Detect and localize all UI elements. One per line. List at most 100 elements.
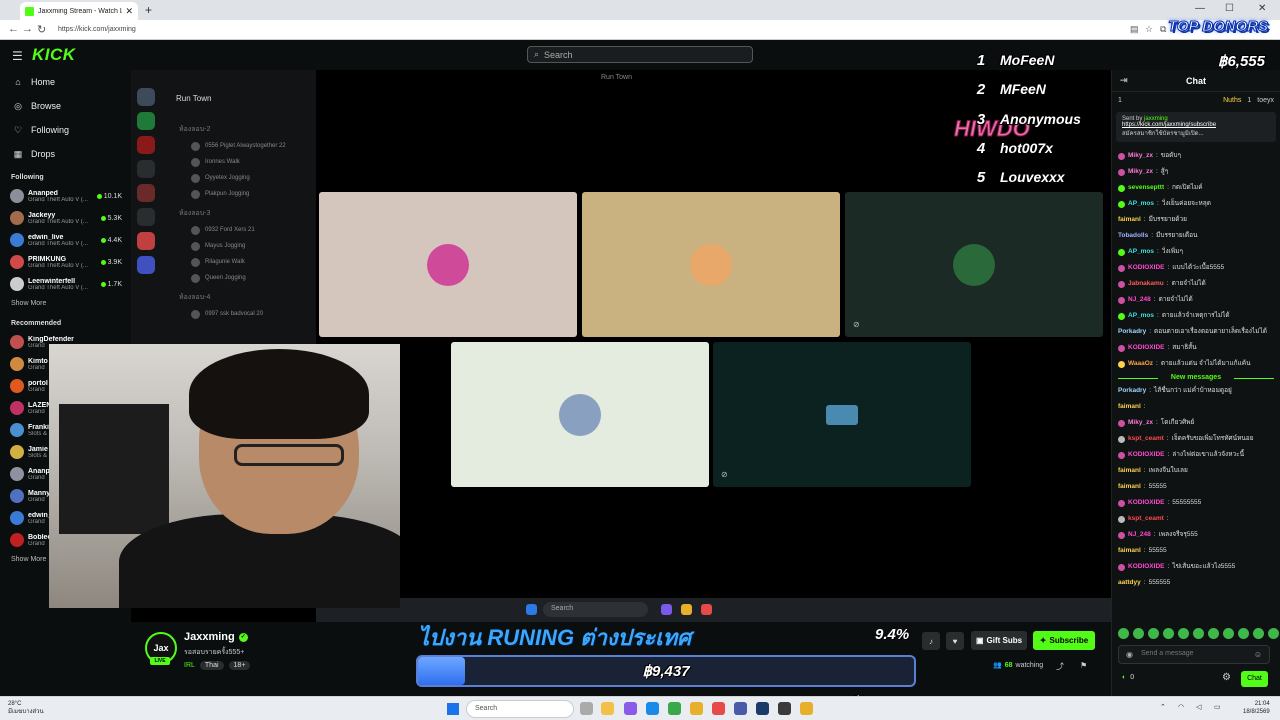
- chat-username[interactable]: Miky_zx: [1128, 415, 1153, 431]
- voice-category[interactable]: ห้องลอบ-3: [131, 202, 316, 222]
- chat-username[interactable]: WaaaOz: [1128, 356, 1153, 372]
- chat-username[interactable]: kspt_ceamt: [1128, 431, 1164, 447]
- chat-username[interactable]: faimanl: [1118, 463, 1141, 479]
- browser-tab[interactable]: Jaxxming Stream - Watch Live on ✕: [20, 2, 138, 20]
- chat-username[interactable]: KODIOXIDE: [1128, 340, 1164, 356]
- chat-username[interactable]: kspt_ceamt: [1128, 511, 1164, 527]
- following-item[interactable]: Leenwinterfell Grand Theft Auto V (... 1.7…: [0, 273, 130, 295]
- chat-username[interactable]: Porkadry: [1118, 324, 1146, 340]
- kick-logo[interactable]: KICK: [32, 45, 76, 65]
- chat-username[interactable]: Miky_zx: [1128, 164, 1153, 180]
- chat-username[interactable]: KODIOXIDE: [1128, 559, 1164, 575]
- category-link[interactable]: IRL: [184, 662, 195, 669]
- emote-icon[interactable]: [1268, 628, 1279, 639]
- emote-icon[interactable]: [1133, 628, 1144, 639]
- chat-username[interactable]: sevensepttt: [1128, 180, 1164, 196]
- emote-icon[interactable]: [1118, 628, 1129, 639]
- notification-bell-icon[interactable]: ♪: [922, 632, 940, 650]
- chat-username[interactable]: aattdyy: [1118, 575, 1141, 591]
- chat-settings-icon[interactable]: ⚙: [1222, 672, 1231, 683]
- channel-points[interactable]: ◐ 0: [1122, 674, 1134, 681]
- app-icon[interactable]: [778, 702, 791, 715]
- emote-icon[interactable]: [1238, 628, 1249, 639]
- hamburger-menu-icon[interactable]: ☰: [12, 49, 23, 63]
- emote-icon[interactable]: [1253, 628, 1264, 639]
- battery-icon[interactable]: ▭: [1214, 703, 1221, 711]
- nav-browse[interactable]: ◎ Browse: [0, 94, 130, 118]
- minimize-icon[interactable]: —: [1195, 3, 1205, 14]
- bookmark-star-icon[interactable]: ☆: [1145, 24, 1153, 35]
- collapse-chat-icon[interactable]: ⇥: [1120, 75, 1128, 86]
- following-item[interactable]: PRIMKUNG Grand Theft Auto V (... 3.9K: [0, 251, 130, 273]
- gift-subs-button[interactable]: ▣ Gift Subs: [971, 631, 1027, 650]
- chrome-icon[interactable]: [690, 702, 703, 715]
- wifi-icon[interactable]: ◠: [1178, 703, 1184, 711]
- chrome-icon[interactable]: [800, 702, 813, 715]
- emote-icon[interactable]: [1178, 628, 1189, 639]
- app-icon[interactable]: [668, 702, 681, 715]
- chat-username[interactable]: KODIOXIDE: [1128, 447, 1164, 463]
- windows-start-icon[interactable]: [447, 703, 459, 715]
- app-icon[interactable]: [712, 702, 725, 715]
- chat-username[interactable]: KODIOXIDE: [1128, 495, 1164, 511]
- tray-chevron-icon[interactable]: ⌃: [1160, 703, 1166, 711]
- emote-icon[interactable]: [1223, 628, 1234, 639]
- chat-username[interactable]: AP_mos: [1128, 244, 1154, 260]
- back-icon[interactable]: ←: [8, 23, 19, 35]
- emoji-icon[interactable]: ☺: [1254, 650, 1262, 659]
- volume-icon[interactable]: ◁: [1196, 703, 1201, 711]
- task-view-icon[interactable]: [580, 702, 593, 715]
- chat-username[interactable]: Tobadolls: [1118, 228, 1148, 244]
- close-tab-icon[interactable]: ✕: [125, 6, 133, 17]
- edge-icon[interactable]: [646, 702, 659, 715]
- steam-icon[interactable]: [756, 702, 769, 715]
- tag-pill[interactable]: 18+: [228, 661, 251, 670]
- chat-username[interactable]: faimanl: [1118, 399, 1141, 415]
- share-icon[interactable]: ⤴: [1056, 661, 1064, 672]
- nav-home[interactable]: ⌂ Home: [0, 70, 130, 94]
- close-window-icon[interactable]: ✕: [1258, 3, 1266, 14]
- chat-username[interactable]: AP_mos: [1128, 308, 1154, 324]
- url-field[interactable]: https://kick.com/jaxxming: [52, 23, 1112, 37]
- maximize-icon[interactable]: ☐: [1225, 3, 1234, 14]
- chat-username[interactable]: NJ_248: [1128, 292, 1151, 308]
- reader-icon[interactable]: ▤: [1130, 24, 1139, 35]
- app-icon[interactable]: [624, 702, 637, 715]
- taskbar-search[interactable]: Search: [466, 700, 574, 718]
- chat-username[interactable]: faimanl: [1118, 212, 1141, 228]
- following-item[interactable]: edwin_live Grand Theft Auto V (... 4.4K: [0, 229, 130, 251]
- chat-username[interactable]: NJ_248: [1128, 527, 1151, 543]
- emote-icon[interactable]: [1193, 628, 1204, 639]
- new-tab-icon[interactable]: +: [145, 3, 152, 17]
- emote-icon[interactable]: [1148, 628, 1159, 639]
- chat-username[interactable]: Jabnakamu: [1128, 276, 1164, 292]
- chat-username[interactable]: KODIOXIDE: [1128, 260, 1164, 276]
- voice-category[interactable]: ห้องลอบ-2: [131, 118, 316, 138]
- extensions-icon[interactable]: ⧉: [1160, 24, 1166, 35]
- forward-icon[interactable]: →: [22, 23, 33, 35]
- taskbar-clock[interactable]: 21:04 18/8/2569: [1243, 700, 1270, 716]
- chat-username[interactable]: faimanl: [1118, 479, 1141, 495]
- following-item[interactable]: Jackeyy Grand Theft Auto V (... 5.3K: [0, 207, 130, 229]
- chat-send-button[interactable]: Chat: [1241, 671, 1268, 687]
- emote-icon[interactable]: [1163, 628, 1174, 639]
- report-icon[interactable]: ⚑: [1080, 661, 1087, 670]
- tag-pill[interactable]: Thai: [199, 661, 224, 670]
- chat-username[interactable]: faimanl: [1118, 543, 1141, 559]
- chat-username[interactable]: Miky_zx: [1128, 148, 1153, 164]
- weather-widget[interactable]: 28°C มีเมฆบางส่วน: [8, 700, 44, 716]
- nav-following[interactable]: ♡ Following: [0, 118, 130, 142]
- search-input[interactable]: ⌕ Search: [527, 46, 753, 63]
- pinned-message[interactable]: Sent by jaxxming https://kick.com/jaxxmi…: [1116, 112, 1276, 142]
- emote-icon[interactable]: [1208, 628, 1219, 639]
- app-icon[interactable]: [734, 702, 747, 715]
- nav-drops[interactable]: ▦ Drops: [0, 142, 130, 166]
- chat-input[interactable]: ◉ Send a message ☺: [1118, 645, 1270, 664]
- new-messages-divider[interactable]: New messages: [1118, 374, 1274, 381]
- chat-username[interactable]: AP_mos: [1128, 196, 1154, 212]
- subscribe-button[interactable]: ✦ Subscribe: [1033, 631, 1095, 650]
- show-more-following[interactable]: Show More: [0, 295, 130, 312]
- following-item[interactable]: Ananped Grand Theft Auto V (... 10.1K: [0, 185, 130, 207]
- reload-icon[interactable]: ↻: [37, 23, 46, 36]
- channel-name[interactable]: Jaxxming ✓: [184, 631, 248, 643]
